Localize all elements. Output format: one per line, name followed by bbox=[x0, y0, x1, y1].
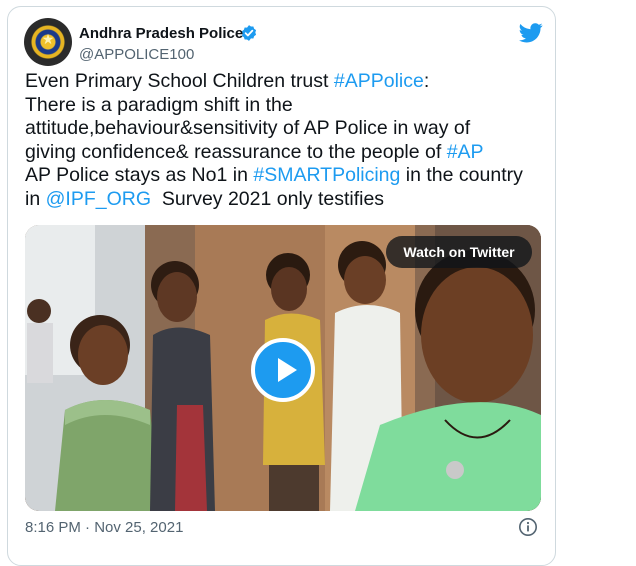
info-icon[interactable] bbox=[518, 517, 538, 537]
verified-badge-icon bbox=[241, 25, 257, 41]
tweet-text-part: AP Police stays as No1 in bbox=[25, 164, 248, 186]
author-avatar[interactable]: ★ bbox=[24, 18, 72, 66]
hashtag-ap-link[interactable]: #AP bbox=[447, 141, 484, 163]
tweet-text-part: Survey 2021 only testifies bbox=[151, 187, 385, 210]
hashtag-appolice-link[interactable]: #APPolice bbox=[334, 70, 424, 92]
tweet-timestamp[interactable]: 8:16 PM · Nov 25, 2021 bbox=[25, 519, 183, 536]
tweet-text-part: Even Primary School Children trust bbox=[25, 70, 334, 92]
watch-on-twitter-button[interactable]: Watch on Twitter bbox=[386, 236, 532, 268]
video-thumbnail[interactable]: Watch on Twitter bbox=[25, 225, 541, 511]
author-name[interactable]: Andhra Pradesh Police bbox=[79, 25, 243, 42]
author-handle[interactable]: @APPOLICE100 bbox=[79, 46, 194, 63]
hashtag-smartpolicing-link[interactable]: #SMARTPolicing bbox=[253, 164, 400, 186]
twitter-bird-icon[interactable] bbox=[519, 22, 543, 44]
emblem-star-icon: ★ bbox=[41, 32, 55, 48]
tweet-text: Even Primary School Children trust #APPo… bbox=[25, 70, 545, 211]
mention-ipf-org-link[interactable]: @IPF_ORG bbox=[46, 188, 151, 210]
tweet-card[interactable]: ★ Andhra Pradesh Police @APPOLICE100 Eve… bbox=[7, 6, 556, 566]
play-button[interactable] bbox=[251, 338, 315, 402]
play-icon bbox=[278, 358, 297, 382]
